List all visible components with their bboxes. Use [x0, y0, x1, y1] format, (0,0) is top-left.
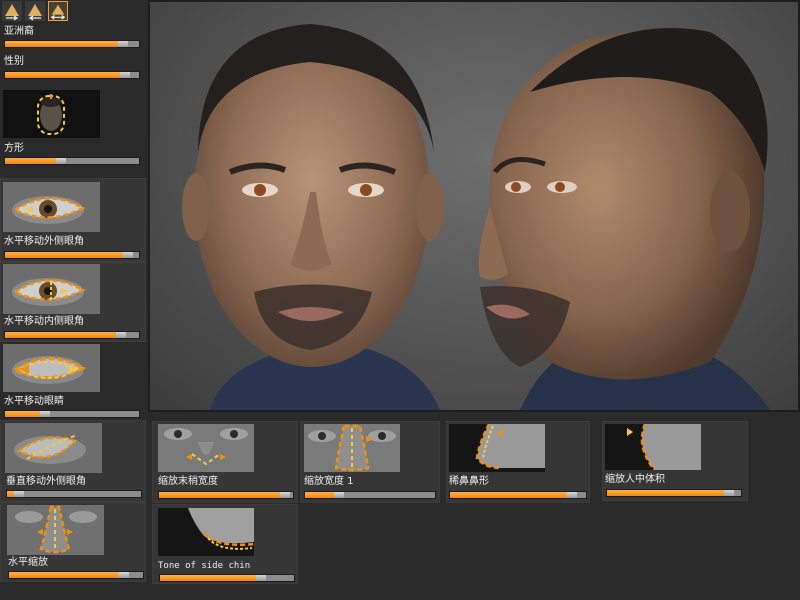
- nose-tip-thumbnail[interactable]: [158, 424, 254, 472]
- nose-scale-thumbnail[interactable]: [7, 505, 104, 555]
- left-panel: 亚洲裔 性别 方形 水平移动外侧眼角 水平移动内侧眼角 水平移动眼睛 垂直移动外…: [0, 0, 146, 600]
- viewport-3d[interactable]: [148, 0, 800, 412]
- nose-shape-slider[interactable]: [449, 491, 587, 499]
- slider-label-horizontal-scale: 水平缩放: [8, 557, 48, 568]
- eye-move-thumbnail[interactable]: [3, 344, 100, 392]
- slider-label-side-chin: Tone of side chin: [158, 561, 251, 571]
- eye-move-slider[interactable]: [4, 410, 140, 418]
- gender-slider[interactable]: [4, 71, 140, 79]
- inner-eye-corner-slider[interactable]: [4, 331, 140, 339]
- horizontal-scale-slider[interactable]: [8, 571, 144, 579]
- slider-label-gender: 性别: [4, 56, 24, 67]
- philtrum-thumbnail[interactable]: [605, 424, 701, 470]
- slider-label-width-1: 缩放宽度 1: [304, 476, 354, 487]
- face-shape-thumbnail[interactable]: [3, 90, 100, 138]
- eye-inner-corner-thumbnail[interactable]: [3, 264, 100, 314]
- tip-width-slider[interactable]: [158, 491, 294, 499]
- square-slider[interactable]: [4, 157, 140, 165]
- side-chin-slider[interactable]: [159, 574, 295, 582]
- slider-label-tip-width: 缩放末稍宽度: [158, 476, 218, 487]
- slider-label-inner-eye-corner: 水平移动内侧眼角: [4, 316, 84, 327]
- outer-eye-corner-slider[interactable]: [4, 251, 140, 259]
- philtrum-volume-slider[interactable]: [606, 489, 742, 497]
- nose-profile-thumbnail[interactable]: [449, 424, 545, 472]
- width-1-slider[interactable]: [304, 491, 436, 499]
- slider-label-square: 方形: [4, 143, 24, 154]
- slider-label-outer-eye-corner: 水平移动外侧眼角: [4, 236, 84, 247]
- slider-label-eye-move: 水平移动眼睛: [4, 396, 64, 407]
- eye-outer-corner-thumbnail[interactable]: [3, 182, 100, 232]
- side-head-model: [478, 28, 770, 410]
- slider-label-asian: 亚洲裔: [4, 26, 34, 37]
- nose-width-thumbnail[interactable]: [304, 424, 400, 472]
- slider-label-vertical-eye-corner: 垂直移动外侧眼角: [6, 476, 86, 487]
- slider-label-nose-shape: 稀鼻鼻形: [449, 476, 489, 487]
- front-head-model: [182, 24, 444, 410]
- slider-label-philtrum-volume: 缩放人中体积: [605, 474, 665, 485]
- chin-profile-thumbnail[interactable]: [158, 508, 254, 556]
- asian-slider[interactable]: [4, 40, 140, 48]
- vertical-eye-corner-slider[interactable]: [6, 490, 142, 498]
- eye-vertical-thumbnail[interactable]: [5, 423, 102, 473]
